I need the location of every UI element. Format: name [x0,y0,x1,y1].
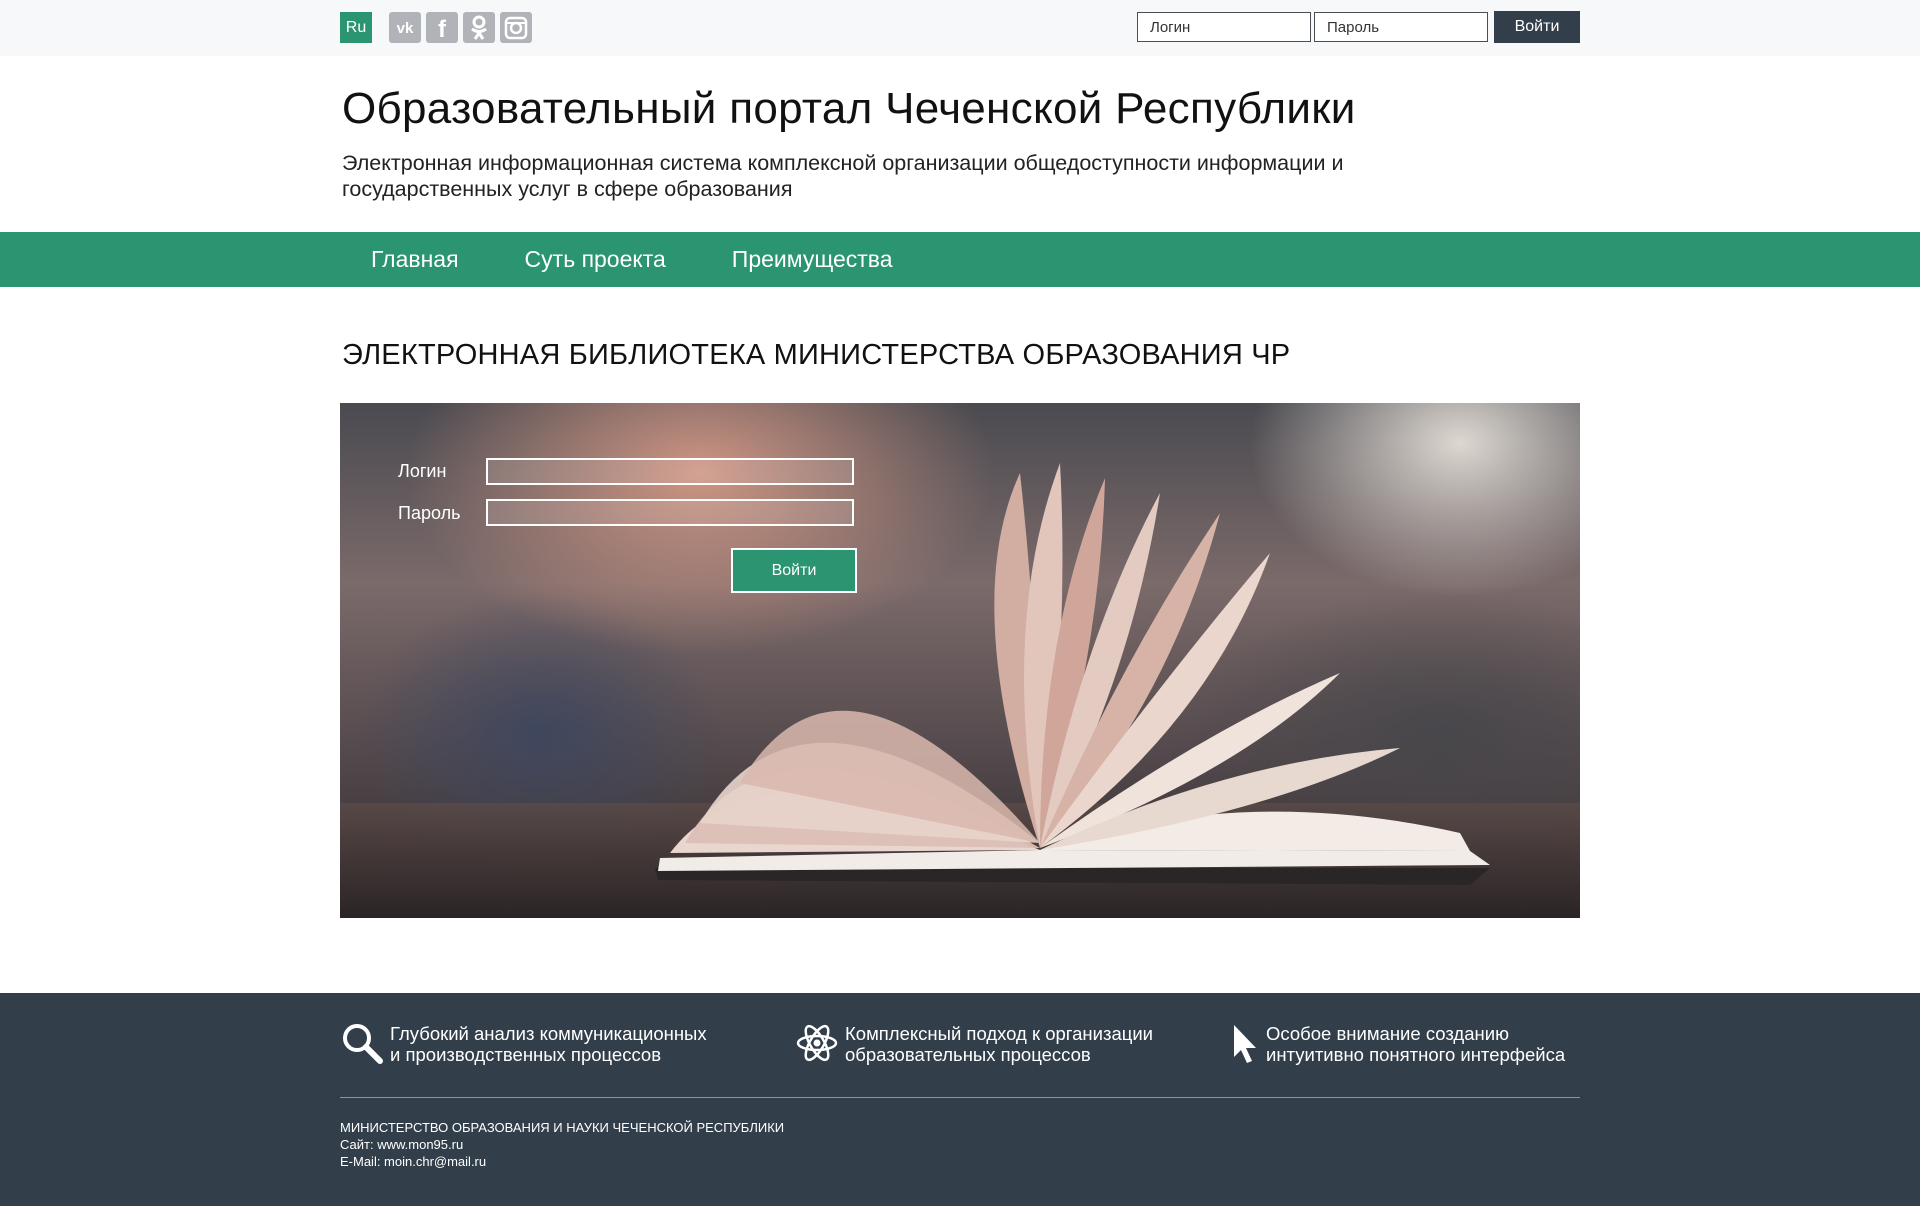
library-hero: Логин Пароль Войти [340,403,1580,918]
library-login-button[interactable]: Войти [731,548,857,593]
vk-glyph: vk [397,20,414,36]
top-login-input[interactable] [1137,12,1311,42]
site-subtitle: Электронная информационная система компл… [342,151,1344,201]
feature-text: Комплексный подход к организации образов… [845,1023,1154,1065]
feature-approach: Комплексный подход к организации образов… [795,1023,1153,1065]
cursor-icon [1234,1025,1256,1063]
feature-analysis: Глубокий анализ коммуникационных и произ… [340,1023,707,1065]
login-input[interactable] [486,458,854,485]
feature-interface: Особое внимание созданию интуитивно поня… [1228,1023,1565,1065]
main-content: ЭЛЕКТРОННАЯ БИБЛИОТЕКА МИНИСТЕРСТВА ОБРА… [0,287,1920,993]
password-label: Пароль [398,503,461,523]
top-password-input[interactable] [1314,12,1488,42]
odnoklassniki-glyph [471,15,487,40]
atom-icon [796,1024,838,1062]
top-bar: Ru vk f Логин Войти [0,0,1920,56]
site-header: Образовательный портал Чеченской Республ… [0,56,1920,232]
instagram-glyph [504,16,528,39]
facebook-glyph: f [438,16,447,40]
top-login-form: Войти [1137,11,1580,43]
nav-item-advantages[interactable]: Преимущества [732,246,893,273]
ministry-name: МИНИСТЕРСТВО ОБРАЗОВАНИЯ И НАУКИ ЧЕЧЕНСК… [340,1120,785,1135]
top-login-button[interactable]: Войти [1494,11,1580,43]
section-title: ЭЛЕКТРОННАЯ БИБЛИОТЕКА МИНИСТЕРСТВА ОБРА… [342,339,1291,371]
footer-contacts: МИНИСТЕРСТВО ОБРАЗОВАНИЯ И НАУКИ ЧЕЧЕНСК… [340,1119,784,1170]
library-login-form: Логин Пароль Войти [340,403,940,623]
main-nav: Главная Суть проекта Преимущества [0,232,1920,287]
language-switcher[interactable]: Ru [340,12,372,43]
svg-text:vk: vk [397,20,414,36]
site-link[interactable]: Сайт: www.mon95.ru [340,1136,784,1153]
nav-item-about[interactable]: Суть проекта [525,246,666,273]
nav-item-home[interactable]: Главная [371,246,459,273]
email-link[interactable]: E-Mail: moin.chr@mail.ru [340,1153,784,1170]
instagram-icon[interactable] [500,12,532,43]
svg-text:f: f [438,16,447,40]
magnifier-icon [343,1024,383,1064]
footer-divider [340,1097,1580,1098]
facebook-icon[interactable]: f [426,12,458,43]
social-links: vk f [389,12,532,43]
vk-icon[interactable]: vk [389,12,421,43]
feature-text: Глубокий анализ коммуникационных и произ… [390,1023,707,1065]
language-label: Ru [345,18,367,36]
site-footer: Глубокий анализ коммуникационных и произ… [0,993,1920,1206]
site-title: Образовательный портал Чеченской Республ… [342,84,1356,133]
feature-text: Особое внимание созданию интуитивно поня… [1266,1023,1566,1065]
password-input[interactable] [486,499,854,526]
login-label: Логин [398,461,447,481]
odnoklassniki-icon[interactable] [463,12,495,43]
